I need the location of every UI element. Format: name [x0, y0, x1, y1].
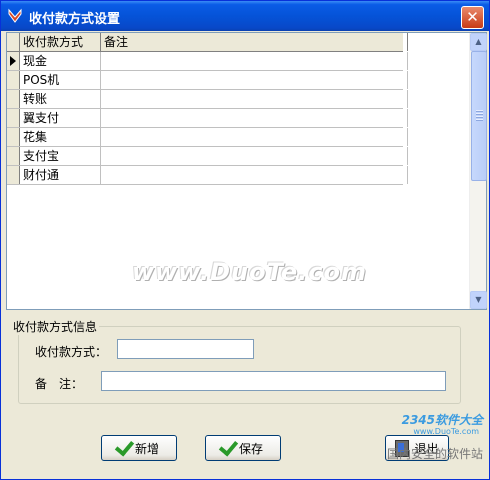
row-indicator[interactable] [7, 147, 20, 165]
cell-note[interactable] [101, 109, 408, 127]
thumb-grip [476, 119, 483, 121]
save-button-label: 保存 [238, 441, 263, 456]
brand-logo-text: 2345软件大全 [401, 413, 483, 427]
table-row[interactable]: 财付通 [7, 166, 408, 185]
info-group-title: 收付款方式信息 [11, 318, 100, 335]
check-icon [114, 435, 135, 457]
table-row[interactable]: 支付宝 [7, 147, 408, 166]
chevron-up-icon: ▲ [475, 37, 482, 46]
table-row[interactable]: 花集 [7, 128, 408, 147]
cell-method[interactable]: 翼支付 [20, 109, 101, 127]
add-button-label: 新增 [134, 441, 159, 456]
row-indicator-header [7, 33, 20, 51]
save-button[interactable]: 保存 [205, 435, 281, 461]
cell-note[interactable] [101, 71, 408, 89]
scroll-down-button[interactable]: ▼ [470, 291, 487, 309]
watermark-text: www.DuoTe.com [132, 258, 367, 286]
cell-method[interactable]: 转账 [20, 90, 101, 108]
thumb-grip [476, 116, 483, 118]
brand-url: www.DuoTe.com [413, 427, 479, 436]
check-icon [218, 435, 239, 457]
note-input[interactable] [101, 371, 446, 391]
table-row[interactable]: 转账 [7, 90, 408, 109]
scroll-up-button[interactable]: ▲ [470, 33, 487, 51]
cell-method[interactable]: 现金 [20, 52, 101, 70]
row-indicator[interactable] [7, 90, 20, 108]
chevron-down-icon: ▼ [475, 295, 482, 304]
cell-note[interactable] [101, 90, 408, 108]
cell-method[interactable]: 花集 [20, 128, 101, 146]
table-row[interactable]: 现金 [7, 52, 408, 71]
cell-note[interactable] [101, 52, 408, 70]
corner-watermark: 2345软件大全 www.DuoTe.com 国内安全的软件站 [345, 409, 485, 461]
row-indicator[interactable] [7, 52, 20, 70]
table-row[interactable]: 翼支付 [7, 109, 408, 128]
thumb-grip [476, 110, 483, 112]
row-indicator[interactable] [7, 71, 20, 89]
current-row-pointer-icon [10, 56, 16, 66]
payment-method-grid[interactable]: 收付款方式 备注 现金 POS机 转账 翼支付 花集 支付宝 财付通 ▲ ▼ www.Duo… [6, 32, 487, 310]
vertical-scrollbar[interactable]: ▲ ▼ [469, 33, 487, 309]
add-button[interactable]: 新增 [101, 435, 177, 461]
method-label: 收付款方式： [35, 345, 108, 359]
method-input[interactable] [117, 339, 254, 359]
close-button[interactable]: ✕ [461, 6, 484, 29]
close-icon: ✕ [466, 8, 479, 26]
note-label: 备 注： [35, 377, 84, 391]
column-header-method[interactable]: 收付款方式 [20, 33, 101, 51]
cell-method[interactable]: 财付通 [20, 166, 101, 184]
brand-tagline: 国内安全的软件站 [386, 447, 483, 461]
info-groupbox [18, 326, 461, 404]
grid-table: 收付款方式 备注 现金 POS机 转账 翼支付 花集 支付宝 财付通 [7, 33, 408, 185]
thumb-grip [476, 113, 483, 115]
scroll-thumb[interactable] [471, 51, 487, 181]
title-bar[interactable]: 收付款方式设置 ✕ [1, 1, 489, 31]
cell-method[interactable]: POS机 [20, 71, 101, 89]
grid-header: 收付款方式 备注 [7, 33, 408, 52]
table-row[interactable]: POS机 [7, 71, 408, 90]
window-title: 收付款方式设置 [29, 12, 121, 27]
cell-method[interactable]: 支付宝 [20, 147, 101, 165]
row-indicator[interactable] [7, 128, 20, 146]
row-indicator[interactable] [7, 109, 20, 127]
cell-note[interactable] [101, 147, 408, 165]
dialog-window: 收付款方式设置 ✕ 收付款方式 备注 现金 POS机 转账 翼支付 花集 支付宝 财付通 ▲… [0, 0, 490, 480]
row-indicator[interactable] [7, 166, 20, 184]
cell-note[interactable] [101, 128, 408, 146]
cell-note[interactable] [101, 166, 408, 184]
column-header-note[interactable]: 备注 [101, 33, 408, 51]
app-icon [8, 8, 22, 23]
